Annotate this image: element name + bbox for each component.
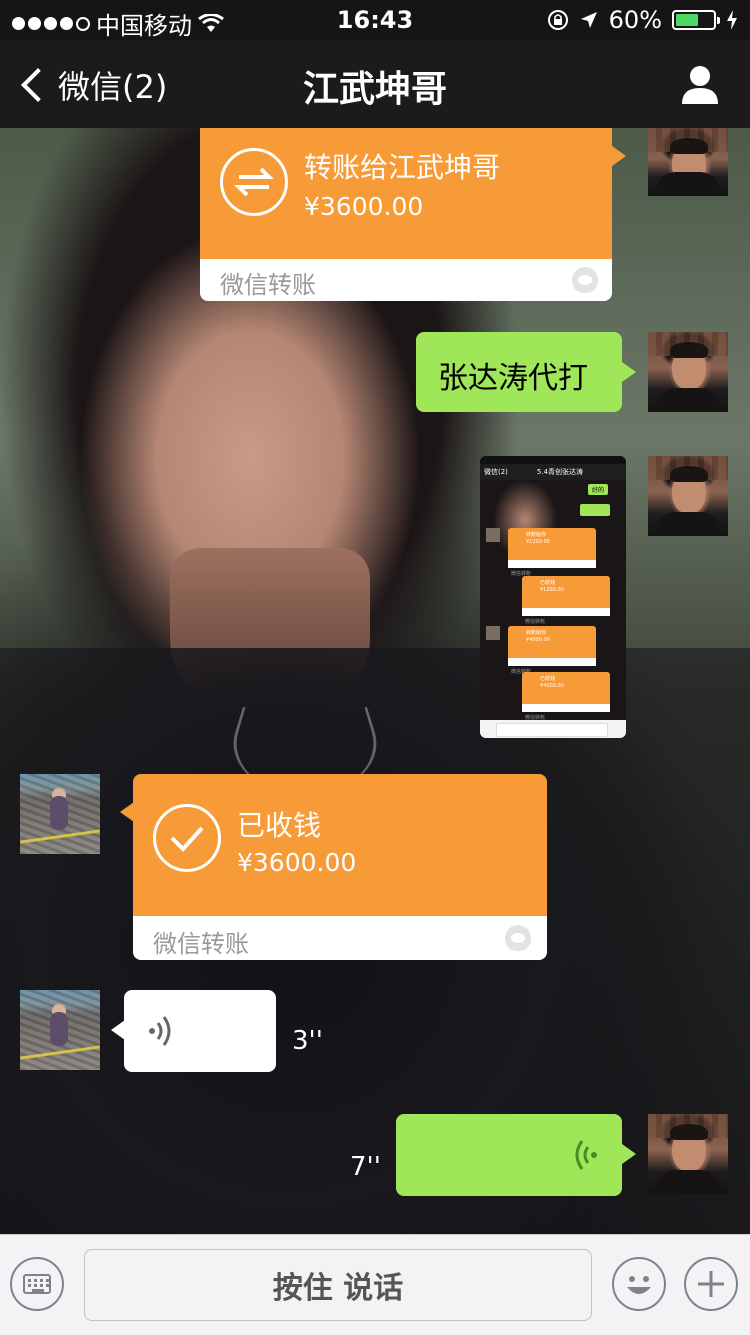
avatar[interactable]	[20, 774, 100, 854]
transfer-title: 已收钱	[237, 809, 322, 842]
bubble-tail	[622, 1144, 636, 1164]
image-card-3: 转账给你 ¥4000.00 微信转账	[508, 626, 596, 675]
wechat-pay-shield-icon	[572, 267, 598, 293]
checkmark-circle-icon	[153, 804, 221, 872]
image-nav-back: 微信(2)	[484, 468, 508, 476]
keyboard-icon	[23, 1274, 51, 1294]
status-bar: 中国移动 16:43 60%	[0, 0, 750, 40]
hold-to-talk-button[interactable]: 按住 说话	[84, 1249, 592, 1321]
message-text: 张达涛代打	[438, 361, 588, 396]
image-card-2: 已收钱 ¥1200.00 微信转账	[522, 576, 610, 625]
image-card-1: 转账给你 ¥1200.00 微信转账	[508, 528, 596, 577]
voice-duration: 3''	[292, 1026, 323, 1056]
transfer-amount: ¥3600.00	[304, 192, 424, 221]
voice-wave-icon	[575, 1140, 597, 1170]
image-reply-ok: 好的	[588, 484, 609, 495]
chat-title: 江武坤哥	[302, 69, 447, 110]
emoji-icon	[627, 1276, 651, 1294]
avatar[interactable]	[648, 128, 728, 196]
person-icon[interactable]	[680, 64, 720, 104]
avatar[interactable]	[20, 990, 100, 1070]
battery-icon	[672, 10, 720, 30]
emoji-button[interactable]	[612, 1257, 666, 1311]
voice-wave-icon	[149, 1016, 171, 1046]
transfer-amount: ¥3600.00	[237, 848, 357, 877]
voice-duration: 7''	[350, 1152, 381, 1182]
transfer-footer-label: 微信转账	[220, 271, 316, 299]
location-arrow-icon	[580, 12, 597, 28]
avatar[interactable]	[648, 456, 728, 536]
bubble-tail	[111, 1020, 125, 1040]
chat-navigation-bar: 微信(2) 江武坤哥	[0, 40, 750, 128]
plus-icon	[698, 1271, 724, 1297]
bubble-tail	[612, 146, 626, 166]
plus-button[interactable]	[684, 1257, 738, 1311]
bubble-tail	[622, 362, 636, 382]
rotation-lock-icon	[547, 10, 568, 30]
input-toolbar: 按住 说话	[0, 1234, 750, 1335]
transfer-received-card[interactable]: 已收钱 ¥3600.00 微信转账	[133, 774, 547, 960]
transfer-title: 转账给江武坤哥	[304, 151, 501, 184]
voice-message-received[interactable]	[124, 990, 276, 1072]
text-message-sent[interactable]: 张达涛代打	[416, 332, 622, 412]
battery-percent: 60%	[608, 6, 662, 34]
wechat-pay-shield-icon	[505, 925, 531, 951]
voice-message-sent[interactable]	[396, 1114, 622, 1196]
transfer-sent-card[interactable]: 转账给江武坤哥 ¥3600.00 微信转账	[200, 128, 612, 301]
charging-bolt-icon	[727, 10, 737, 30]
bubble-tail	[120, 802, 134, 822]
image-message-sent[interactable]: 微信(2) 5.4青创张达涛 好的 转账给你 ¥1200.00 微信转账 已收钱 ¥…	[480, 456, 626, 738]
transfer-footer-label: 微信转账	[153, 930, 249, 958]
image-card-4: 已收钱 ¥4000.00 微信转账	[522, 672, 610, 721]
keyboard-toggle-button[interactable]	[10, 1257, 64, 1311]
avatar[interactable]	[648, 1114, 728, 1194]
avatar[interactable]	[648, 332, 728, 412]
image-nav-title: 5.4青创张达涛	[536, 468, 584, 476]
transfer-arrows-icon	[220, 148, 288, 216]
